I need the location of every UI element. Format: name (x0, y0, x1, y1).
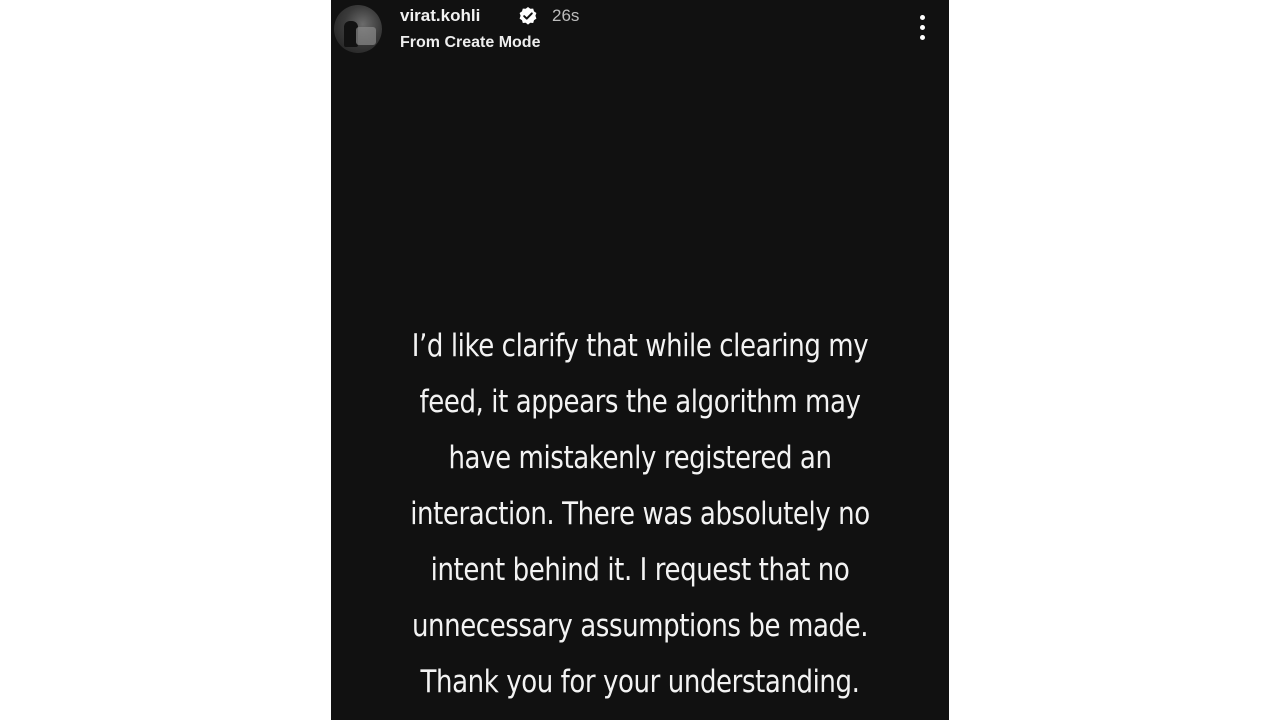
message-line: Thank you for your understanding. (420, 664, 860, 700)
username-link[interactable]: virat.kohli (400, 4, 480, 28)
message-line: unnecessary assumptions be made. (411, 608, 869, 644)
page: virat.kohli 26s From Create Mode I’d lik… (0, 0, 1280, 720)
story-header: virat.kohli 26s From Create Mode (331, 0, 949, 64)
avatar-background (356, 27, 376, 45)
message-line: interaction. There was absolutely no (410, 496, 870, 532)
message-line: feed, it appears the algorithm may (419, 384, 861, 420)
story-message: I’d like clarify that while clearing my … (397, 318, 883, 710)
more-vertical-icon (920, 15, 925, 20)
verified-badge-icon (519, 7, 537, 25)
avatar[interactable] (334, 5, 382, 53)
message-line: intent behind it. I request that no (430, 552, 850, 588)
more-vertical-icon-dot (920, 25, 925, 30)
post-time: 26s (552, 6, 580, 25)
more-options-button[interactable] (911, 12, 933, 44)
more-vertical-icon-dot (920, 35, 925, 40)
story-viewer[interactable]: virat.kohli 26s From Create Mode I’d lik… (331, 0, 949, 720)
message-line: I’d like clarify that while clearing my (411, 328, 869, 364)
create-mode-label[interactable]: From Create Mode (400, 32, 540, 54)
message-line: have mistakenly registered an (448, 440, 832, 476)
